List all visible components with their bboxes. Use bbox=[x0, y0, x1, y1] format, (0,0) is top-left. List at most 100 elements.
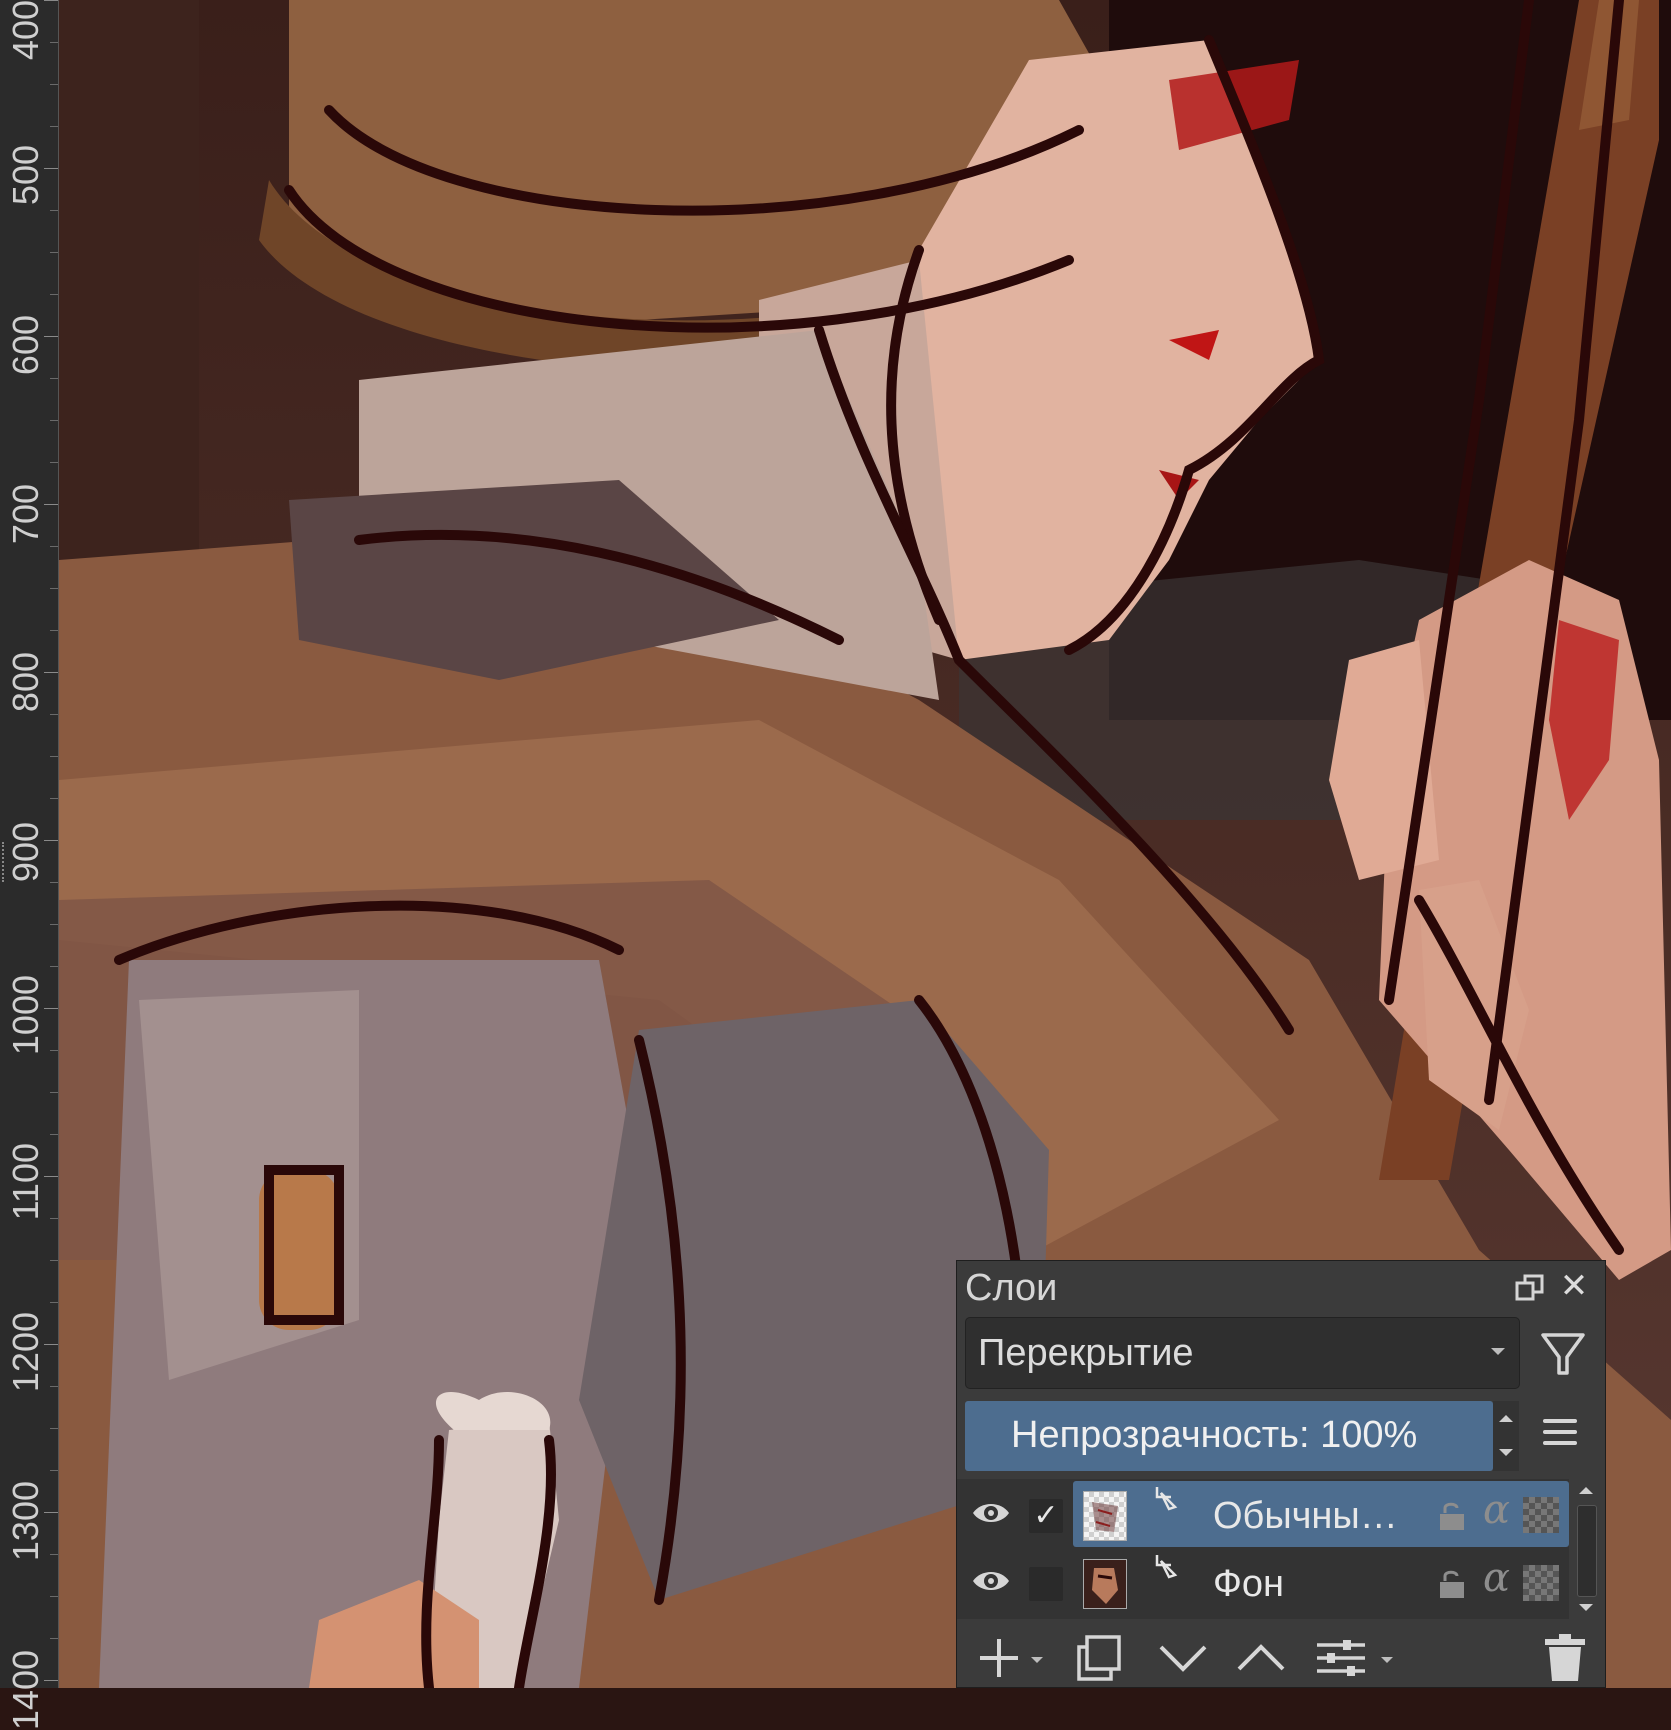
close-icon[interactable]: ✕ bbox=[1557, 1269, 1591, 1303]
ruler-tick bbox=[44, 1176, 58, 1177]
duplicate-layer-icon[interactable] bbox=[1071, 1631, 1127, 1685]
layer-checkbox[interactable] bbox=[1029, 1567, 1063, 1601]
layer-row[interactable]: Фон α bbox=[957, 1549, 1569, 1615]
paint-layer-icon bbox=[1153, 1553, 1181, 1581]
ruler-tick bbox=[50, 798, 58, 799]
ruler-tick bbox=[50, 630, 58, 631]
chevron-down-icon bbox=[1491, 1348, 1505, 1355]
ruler-tick bbox=[50, 924, 58, 925]
ruler-tick bbox=[50, 1218, 58, 1219]
ruler-tick bbox=[50, 1260, 58, 1261]
ruler-tick bbox=[50, 756, 58, 757]
opacity-slider[interactable]: Непрозрачность: 100% bbox=[965, 1401, 1493, 1471]
inherit-alpha-icon[interactable] bbox=[1523, 1497, 1559, 1533]
spinner-up-icon[interactable] bbox=[1499, 1415, 1513, 1422]
opacity-spinner[interactable] bbox=[1493, 1401, 1519, 1471]
ruler-label-1300: 1300 bbox=[5, 1481, 46, 1562]
docker-title-bar[interactable]: Слои ✕ bbox=[957, 1261, 1605, 1313]
ruler-tick bbox=[50, 1302, 58, 1303]
ruler-tick bbox=[50, 1470, 58, 1471]
ruler-tick bbox=[50, 1638, 58, 1639]
eye-icon[interactable] bbox=[971, 1563, 1011, 1599]
properties-dropdown-icon[interactable] bbox=[1381, 1657, 1393, 1663]
ruler-label-800: 800 bbox=[5, 652, 46, 713]
paint-layer-icon bbox=[1153, 1485, 1181, 1513]
ruler-tick bbox=[44, 672, 58, 673]
ruler-tick bbox=[50, 882, 58, 883]
layer-list-scrollbar[interactable] bbox=[1573, 1479, 1599, 1619]
scroll-down-icon[interactable] bbox=[1579, 1604, 1593, 1611]
opacity-label: Непрозрачность: 100% bbox=[1011, 1414, 1418, 1456]
layer-row[interactable]: ✓ Обычны… α bbox=[957, 1481, 1569, 1547]
layer-thumbnail bbox=[1083, 1559, 1127, 1609]
ruler-tick bbox=[44, 504, 58, 505]
scroll-thumb[interactable] bbox=[1577, 1505, 1597, 1597]
move-layer-up-icon[interactable] bbox=[1233, 1631, 1289, 1685]
add-layer-button[interactable] bbox=[971, 1631, 1027, 1685]
scroll-up-icon[interactable] bbox=[1579, 1487, 1593, 1494]
ruler-tick bbox=[50, 462, 58, 463]
ruler-tick bbox=[44, 336, 58, 337]
ruler-tick bbox=[44, 1344, 58, 1345]
delete-layer-icon[interactable] bbox=[1537, 1631, 1593, 1685]
ruler-label-500: 500 bbox=[5, 145, 46, 206]
ruler-tick bbox=[50, 252, 58, 253]
ruler-tick bbox=[50, 1092, 58, 1093]
lock-icon[interactable] bbox=[1435, 1499, 1469, 1533]
ruler-label-1200: 1200 bbox=[5, 1312, 46, 1393]
blend-mode-select[interactable]: Перекрытие bbox=[965, 1317, 1520, 1389]
ruler-tick bbox=[44, 840, 58, 841]
filter-icon[interactable] bbox=[1537, 1327, 1589, 1383]
ruler-tick bbox=[50, 84, 58, 85]
ruler-tick bbox=[50, 1554, 58, 1555]
ruler-label-1000: 1000 bbox=[5, 975, 46, 1056]
blend-mode-value: Перекрытие bbox=[978, 1332, 1194, 1374]
docker-title: Слои bbox=[965, 1267, 1058, 1309]
hamburger-menu-icon[interactable] bbox=[1543, 1419, 1577, 1449]
ruler-tick bbox=[50, 546, 58, 547]
ruler-tick bbox=[44, 168, 58, 169]
alpha-lock-icon[interactable]: α bbox=[1483, 1555, 1510, 1601]
ruler-tick bbox=[50, 1596, 58, 1597]
ruler-tick bbox=[50, 1386, 58, 1387]
inherit-alpha-icon[interactable] bbox=[1523, 1565, 1559, 1601]
ruler-tick bbox=[50, 42, 58, 43]
add-layer-dropdown-icon[interactable] bbox=[1031, 1657, 1043, 1663]
ruler-label-1100: 1100 bbox=[5, 1143, 46, 1221]
ruler-tick bbox=[44, 1008, 58, 1009]
ruler-tick bbox=[50, 966, 58, 967]
ruler-label-900: 900 bbox=[5, 822, 46, 883]
ruler-label-700: 700 bbox=[5, 484, 46, 545]
ruler-tick bbox=[50, 588, 58, 589]
ruler-tick bbox=[50, 420, 58, 421]
ruler-label-1400: 1400 bbox=[5, 1650, 46, 1730]
vertical-ruler[interactable]: 400 500 600 700 800 900 1000 1100 1200 1… bbox=[0, 0, 59, 1730]
ruler-tick bbox=[50, 1134, 58, 1135]
ruler-tick bbox=[50, 1050, 58, 1051]
ruler-tick bbox=[50, 378, 58, 379]
eye-icon[interactable] bbox=[971, 1495, 1011, 1531]
layers-docker: Слои ✕ Перекрытие Непрозрачность: 100% ✓ bbox=[956, 1260, 1606, 1688]
layer-list: ✓ Обычны… α Фон α bbox=[957, 1479, 1569, 1619]
layer-properties-icon[interactable] bbox=[1313, 1631, 1369, 1685]
ruler-tick bbox=[44, 0, 58, 1]
lock-icon[interactable] bbox=[1435, 1567, 1469, 1601]
ruler-tick bbox=[50, 294, 58, 295]
layer-checkbox[interactable]: ✓ bbox=[1029, 1499, 1063, 1533]
spinner-down-icon[interactable] bbox=[1499, 1449, 1513, 1456]
layers-toolbar bbox=[957, 1625, 1605, 1689]
ruler-label-400: 400 bbox=[5, 0, 46, 61]
ruler-tick bbox=[50, 210, 58, 211]
move-layer-down-icon[interactable] bbox=[1155, 1631, 1211, 1685]
ruler-tick bbox=[50, 126, 58, 127]
ruler-label-600: 600 bbox=[5, 315, 46, 376]
layer-thumbnail bbox=[1083, 1491, 1127, 1541]
ruler-tick bbox=[50, 1428, 58, 1429]
ruler-tick bbox=[44, 1512, 58, 1513]
layer-name: Фон bbox=[1213, 1563, 1285, 1605]
ruler-tick bbox=[44, 1680, 58, 1681]
alpha-lock-icon[interactable]: α bbox=[1483, 1487, 1510, 1533]
float-docker-icon[interactable] bbox=[1513, 1271, 1547, 1305]
ruler-tick bbox=[50, 714, 58, 715]
layer-name: Обычны… bbox=[1213, 1495, 1398, 1537]
